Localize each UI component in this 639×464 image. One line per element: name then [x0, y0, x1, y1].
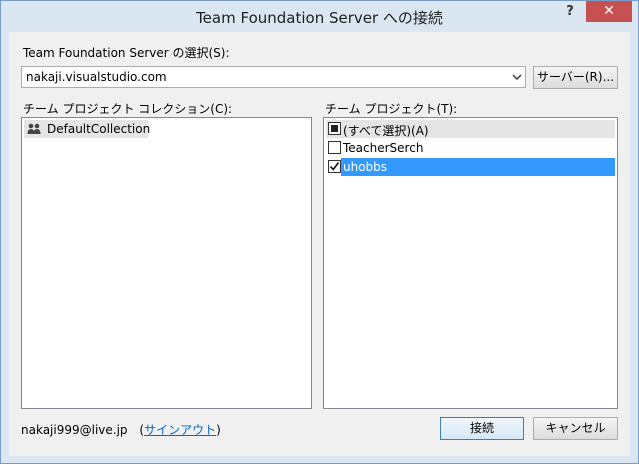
- cancel-button[interactable]: キャンセル: [533, 417, 618, 440]
- server-combobox[interactable]: nakaji.visualstudio.com: [21, 66, 526, 88]
- account-info: nakaji999@live.jp (サインアウト): [21, 421, 221, 438]
- checkmark-icon: [329, 162, 340, 171]
- title-bar: Team Foundation Server への接続 ? ✕: [1, 1, 638, 32]
- dialog-content: Team Foundation Server の選択(S): nakaji.vi…: [9, 32, 630, 456]
- dialog-title: Team Foundation Server への接続: [196, 9, 443, 27]
- server-select-label: Team Foundation Server の選択(S):: [23, 46, 230, 60]
- help-button[interactable]: ?: [557, 1, 583, 22]
- projects-listbox[interactable]: (すべて選択)(A) TeacherSerch uhobbs: [323, 117, 618, 409]
- collection-item[interactable]: DefaultCollection: [24, 120, 151, 138]
- project-item-select-all[interactable]: (すべて選択)(A): [326, 120, 615, 138]
- project-item-teacherserch[interactable]: TeacherSerch: [326, 139, 615, 157]
- collection-item-label: DefaultCollection: [47, 122, 151, 136]
- paren-close: ): [216, 423, 221, 437]
- server-combobox-value: nakaji.visualstudio.com: [26, 70, 167, 84]
- connect-dialog: Team Foundation Server への接続 ? ✕ Team Fou…: [0, 0, 639, 464]
- signout-link[interactable]: サインアウト: [144, 423, 216, 437]
- project-item-label: (すべて選択)(A): [343, 124, 429, 138]
- connect-button[interactable]: 接続: [440, 417, 524, 440]
- select-all-checkbox[interactable]: [328, 122, 341, 135]
- projects-label: チーム プロジェクト(T):: [325, 102, 458, 116]
- project-item-label: uhobbs: [341, 158, 615, 176]
- collections-listbox[interactable]: DefaultCollection: [21, 117, 312, 409]
- chevron-down-icon[interactable]: [508, 67, 525, 87]
- close-button[interactable]: ✕: [586, 1, 632, 22]
- servers-button[interactable]: サーバー(R)...: [533, 66, 618, 89]
- uhobbs-checkbox[interactable]: [328, 160, 341, 173]
- account-email: nakaji999@live.jp: [21, 423, 128, 437]
- teacherserch-checkbox[interactable]: [328, 141, 341, 154]
- project-item-label: TeacherSerch: [343, 141, 424, 155]
- collection-icon: [27, 122, 41, 136]
- collections-label: チーム プロジェクト コレクション(C):: [23, 102, 233, 116]
- project-item-uhobbs[interactable]: uhobbs: [326, 158, 615, 176]
